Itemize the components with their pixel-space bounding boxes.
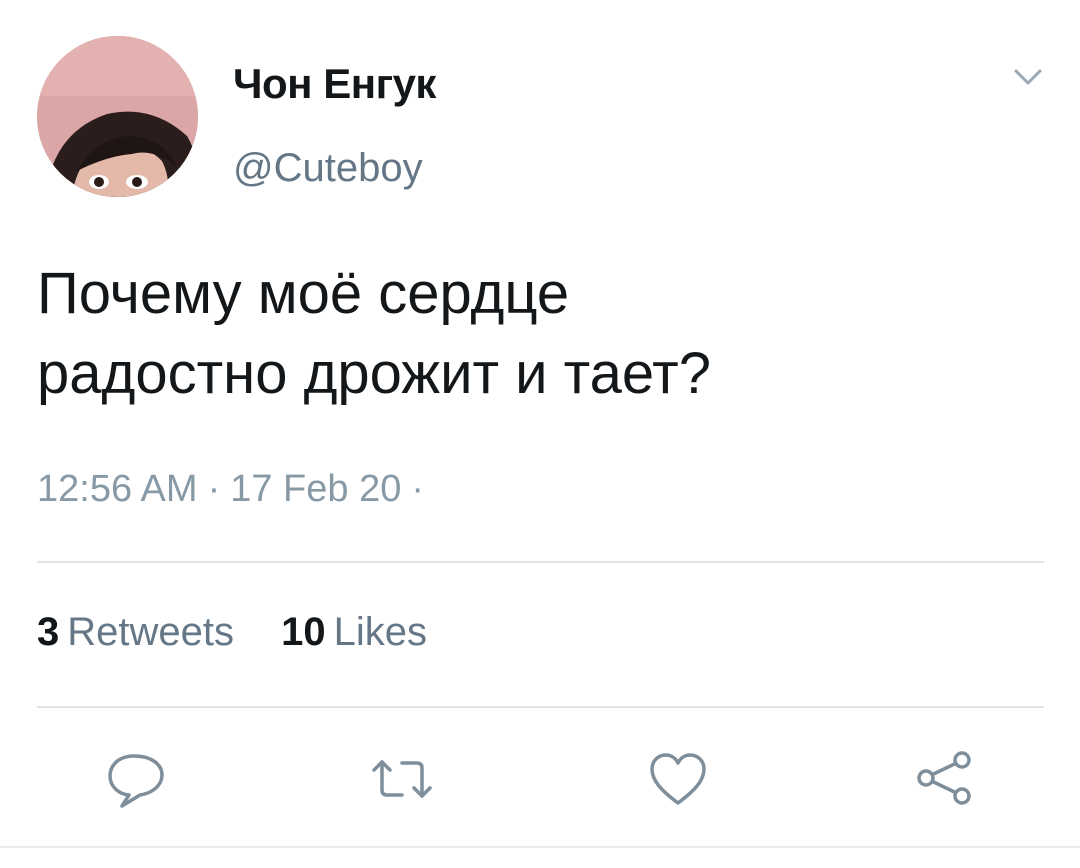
tweet-text-line: Почему моё сердце xyxy=(37,261,570,326)
user-handle[interactable]: @Cuteboy xyxy=(233,146,423,191)
tweet-text: Почему моё сердце радостно дрожит и тает… xyxy=(37,254,1037,414)
bottom-border xyxy=(0,846,1080,848)
likes-label: Likes xyxy=(333,610,428,654)
retweet-icon xyxy=(372,760,432,798)
tweet-detail: Чон Енгук @Cuteboy Почему моё сердце рад… xyxy=(0,0,1080,868)
engagement-stats: 3 Retweets 10 Likes xyxy=(37,610,463,655)
retweets-label: Retweets xyxy=(67,610,234,654)
divider xyxy=(37,561,1044,563)
tweet-timestamp[interactable]: 12:56 AM · 17 Feb 20 · xyxy=(37,468,434,511)
retweet-button[interactable] xyxy=(370,748,434,812)
tweet-time: 12:56 AM xyxy=(37,468,198,510)
meta-separator: · xyxy=(207,468,221,510)
retweets-stat[interactable]: 3 Retweets xyxy=(37,610,234,655)
tweet-date: 17 Feb 20 xyxy=(230,468,402,510)
like-button[interactable] xyxy=(646,748,710,812)
retweets-count: 3 xyxy=(37,610,60,654)
avatar[interactable] xyxy=(37,36,198,197)
divider xyxy=(37,706,1044,708)
likes-count: 10 xyxy=(281,610,326,654)
display-name[interactable]: Чон Енгук xyxy=(233,60,436,108)
reply-button[interactable] xyxy=(104,748,168,812)
share-button[interactable] xyxy=(912,748,976,812)
tweet-text-line: радостно дрожит и тает? xyxy=(37,341,711,406)
likes-stat[interactable]: 10 Likes xyxy=(281,610,427,655)
meta-separator: · xyxy=(411,468,425,510)
avatar-image xyxy=(37,36,198,197)
like-icon xyxy=(650,753,706,805)
share-icon xyxy=(917,751,971,805)
chevron-down-icon[interactable] xyxy=(1010,62,1046,92)
reply-icon xyxy=(108,754,164,808)
